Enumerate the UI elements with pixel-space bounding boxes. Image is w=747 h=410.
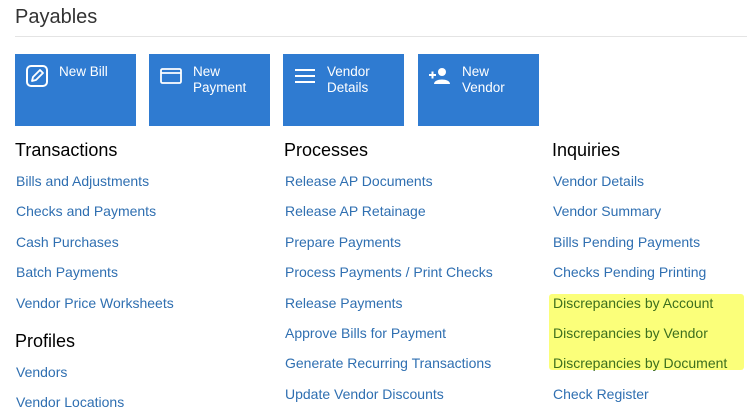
link-bills-pending-payments[interactable]: Bills Pending Payments: [553, 234, 700, 250]
add-person-icon: [429, 68, 450, 84]
link-release-ap-retainage[interactable]: Release AP Retainage: [285, 203, 426, 219]
new-vendor-tile[interactable]: New Vendor: [418, 54, 539, 126]
link-discrepancies-by-document[interactable]: Discrepancies by Document: [553, 355, 727, 371]
link-process-payments-print-checks[interactable]: Process Payments / Print Checks: [285, 264, 493, 280]
new-payment-tile[interactable]: New Payment: [149, 54, 270, 126]
link-bills-and-adjustments[interactable]: Bills and Adjustments: [16, 173, 149, 189]
new-vendor-label: New Vendor: [462, 64, 505, 95]
link-check-register[interactable]: Check Register: [553, 386, 649, 402]
processes-heading: Processes: [284, 140, 369, 160]
link-batch-payments[interactable]: Batch Payments: [16, 264, 118, 280]
new-payment-label: New Payment: [193, 64, 247, 95]
profiles-heading: Profiles: [15, 331, 76, 351]
link-discrepancies-by-vendor[interactable]: Discrepancies by Vendor: [553, 325, 708, 341]
page-title: Payables: [15, 6, 98, 28]
link-vendor-summary[interactable]: Vendor Summary: [553, 203, 661, 219]
link-generate-recurring-transactions[interactable]: Generate Recurring Transactions: [285, 355, 491, 371]
card-icon: [160, 68, 182, 84]
new-bill-label: New Bill: [59, 64, 108, 79]
list-icon: [295, 69, 315, 83]
title-divider: [15, 36, 747, 37]
link-prepare-payments[interactable]: Prepare Payments: [285, 234, 401, 250]
link-checks-and-payments[interactable]: Checks and Payments: [16, 203, 156, 219]
link-discrepancies-by-account[interactable]: Discrepancies by Account: [553, 295, 713, 311]
new-bill-tile[interactable]: New Bill: [15, 54, 136, 126]
link-approve-bills-for-payment[interactable]: Approve Bills for Payment: [285, 325, 446, 341]
link-release-ap-documents[interactable]: Release AP Documents: [285, 173, 433, 189]
link-release-payments[interactable]: Release Payments: [285, 295, 403, 311]
link-cash-purchases[interactable]: Cash Purchases: [16, 234, 119, 250]
link-vendors[interactable]: Vendors: [16, 364, 67, 380]
link-vendor-price-worksheets[interactable]: Vendor Price Worksheets: [16, 295, 174, 311]
edit-icon: [26, 65, 48, 87]
inquiries-heading: Inquiries: [552, 140, 621, 160]
link-vendor-details[interactable]: Vendor Details: [553, 173, 644, 189]
vendor-details-label: Vendor Details: [327, 64, 370, 95]
vendor-details-tile[interactable]: Vendor Details: [283, 54, 404, 126]
link-checks-pending-printing[interactable]: Checks Pending Printing: [553, 264, 706, 280]
transactions-heading: Transactions: [15, 140, 118, 160]
link-update-vendor-discounts[interactable]: Update Vendor Discounts: [285, 386, 444, 402]
link-vendor-locations[interactable]: Vendor Locations: [16, 394, 124, 410]
